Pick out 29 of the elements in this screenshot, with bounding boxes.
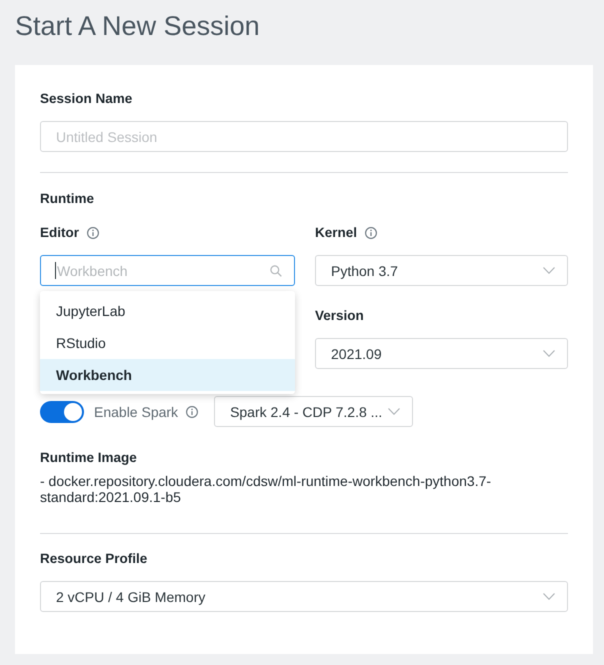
chevron-down-icon [543, 350, 555, 357]
spark-select[interactable]: Spark 2.4 - CDP 7.2.8 ... [214, 396, 414, 427]
field-label: Version [315, 307, 364, 325]
field-label: Session Name [40, 90, 132, 108]
menu-item[interactable]: Workbench [40, 359, 295, 391]
field-label: Runtime Image [40, 449, 138, 467]
chevron-down-icon [388, 408, 400, 415]
info-icon[interactable] [186, 406, 198, 418]
toggle-switch[interactable] [40, 400, 84, 422]
section-heading: Runtime [40, 190, 95, 208]
field-label: Kernel [315, 224, 358, 242]
info-icon[interactable] [87, 227, 99, 239]
toggle-label: Enable Spark [94, 404, 178, 420]
runtime-image-path: - docker.repository.cloudera.com/cdsw/ml-runtime-workbench-python3.7-standard:2021.09.1-b5 [40, 473, 492, 505]
kernel-select[interactable]: Python 3.7 [315, 255, 568, 286]
chevron-down-icon [543, 267, 555, 274]
info-icon[interactable] [365, 227, 378, 239]
search-icon [270, 265, 282, 277]
text-cursor-icon [55, 262, 56, 279]
version-select[interactable]: 2021.09 [315, 338, 568, 369]
field-label: Resource Profile [40, 550, 148, 568]
menu-item[interactable]: RStudio [40, 327, 295, 359]
chevron-down-icon [543, 593, 555, 600]
session-name-input[interactable]: Untitled Session [40, 121, 568, 152]
editor-search-input[interactable]: Workbench [40, 255, 295, 286]
page-title: Start A New Session [15, 10, 261, 43]
menu-item[interactable]: JupyterLab [40, 295, 295, 327]
field-label: Editor [40, 224, 79, 242]
resource-profile-select[interactable]: 2 vCPU / 4 GiB Memory [40, 581, 568, 612]
